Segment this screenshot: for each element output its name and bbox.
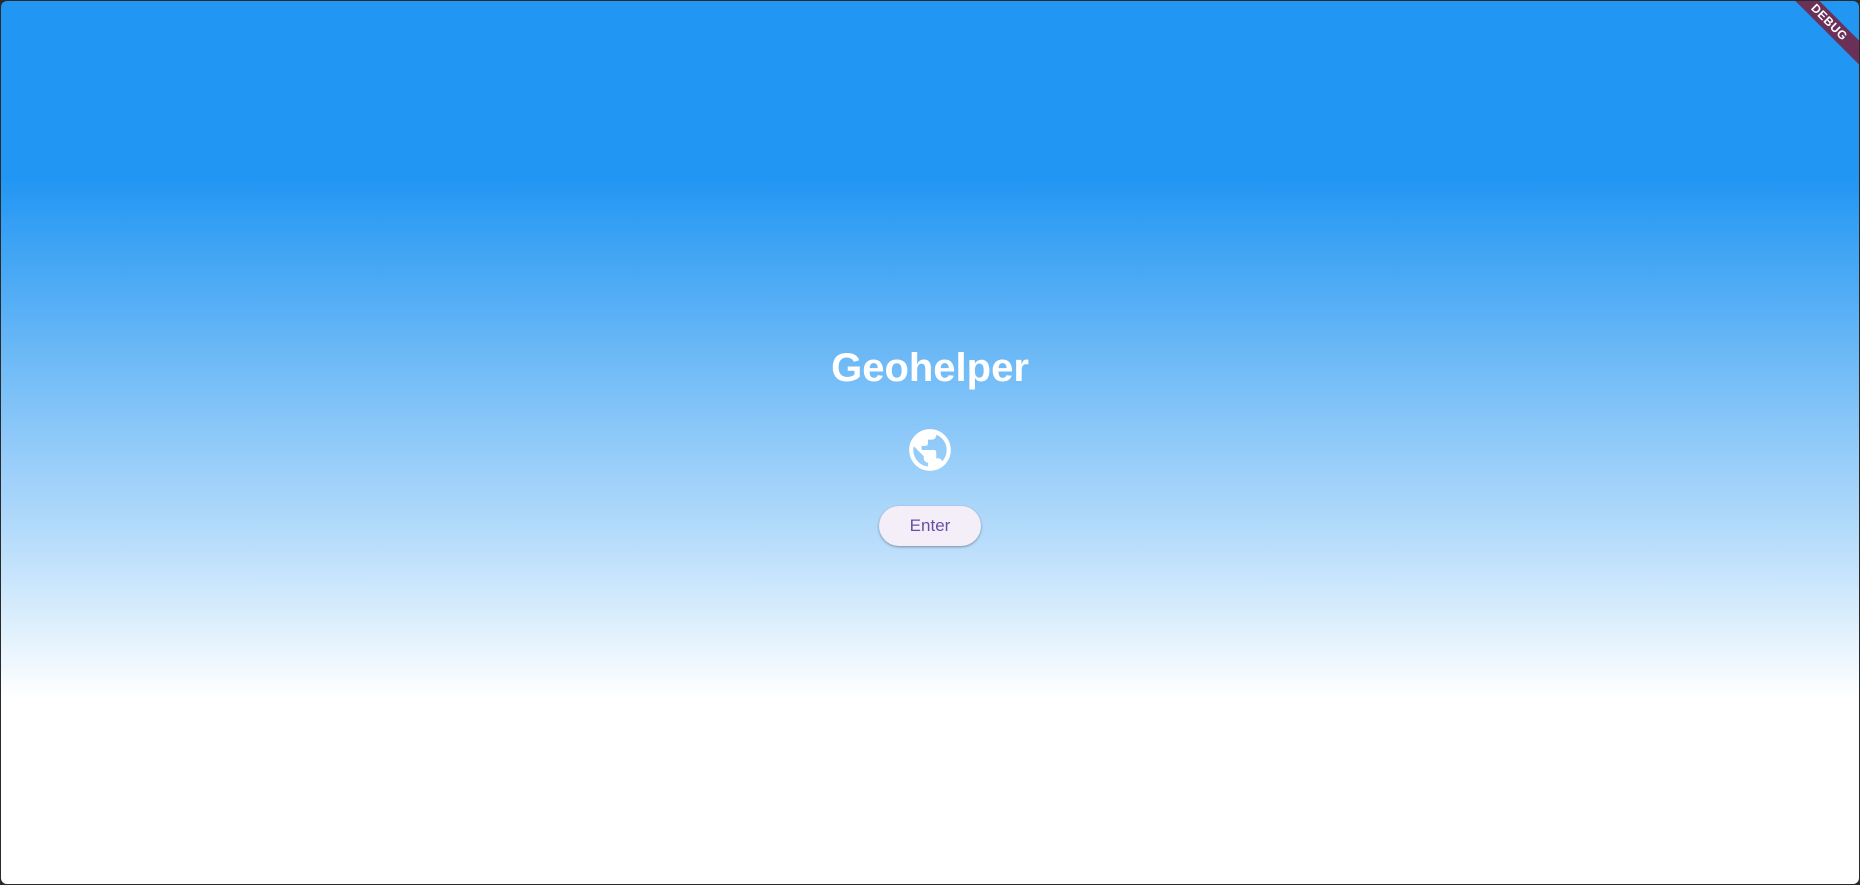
welcome-panel: Geohelper Enter (1, 345, 1859, 546)
app-window: Geohelper Enter DEBUG (1, 1, 1859, 884)
globe-icon (909, 429, 951, 471)
app-title: Geohelper (831, 346, 1029, 390)
enter-button[interactable]: Enter (879, 506, 981, 546)
debug-banner: DEBUG (1787, 1, 1859, 73)
debug-banner-label: DEBUG (1787, 1, 1859, 71)
